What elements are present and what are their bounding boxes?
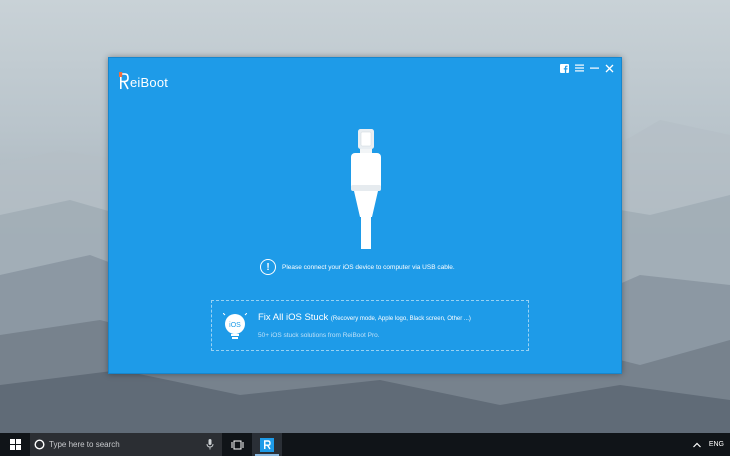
title-bar-controls [558, 62, 615, 74]
task-view-icon [231, 440, 243, 449]
minimize-icon[interactable] [588, 62, 600, 74]
info-icon: ! [260, 259, 276, 275]
notice-text: Please connect your iOS device to comput… [282, 263, 455, 271]
input-language[interactable]: ENG [709, 441, 724, 448]
close-icon[interactable] [603, 62, 615, 74]
connect-notice: ! Please connect your iOS device to comp… [260, 259, 455, 275]
microphone-icon [206, 439, 214, 450]
menu-icon[interactable] [573, 62, 585, 74]
reiboot-app-icon [260, 437, 274, 452]
search-placeholder: Type here to search [49, 440, 120, 449]
lightning-cable-icon [351, 129, 381, 249]
fix-description: 50+ iOS stuck solutions from ReiBoot Pro… [258, 332, 380, 339]
ios-bulb-icon: iOS [223, 313, 247, 339]
app-name: eiBoot [130, 75, 169, 90]
taskbar-search-box[interactable]: Type here to search [30, 433, 222, 456]
start-button[interactable] [0, 433, 30, 456]
taskbar-reiboot-app[interactable] [252, 433, 282, 456]
reiboot-logo: eiBoot [119, 70, 168, 90]
taskbar: Type here to search ENG [0, 433, 730, 456]
fix-title-subtitle: (Recovery mode, Apple logo, Black screen… [330, 316, 471, 322]
chevron-up-icon[interactable] [692, 442, 701, 448]
windows-icon [9, 439, 21, 450]
fix-all-ios-stuck-button[interactable]: iOS Fix All iOS Stuck (Recovery mode, Ap… [211, 300, 529, 351]
reiboot-window: eiBoot ! Please connect your iOS device … [108, 57, 622, 374]
fix-title-main: Fix All iOS Stuck [258, 312, 329, 323]
bulb-badge-text: iOS [229, 322, 241, 329]
reiboot-logo-mark [119, 72, 129, 90]
task-view-button[interactable] [222, 433, 252, 456]
fix-title: Fix All iOS Stuck (Recovery mode, Apple … [258, 312, 471, 323]
facebook-icon[interactable] [558, 62, 570, 74]
cortana-icon [34, 439, 45, 450]
system-tray: ENG [692, 441, 730, 448]
